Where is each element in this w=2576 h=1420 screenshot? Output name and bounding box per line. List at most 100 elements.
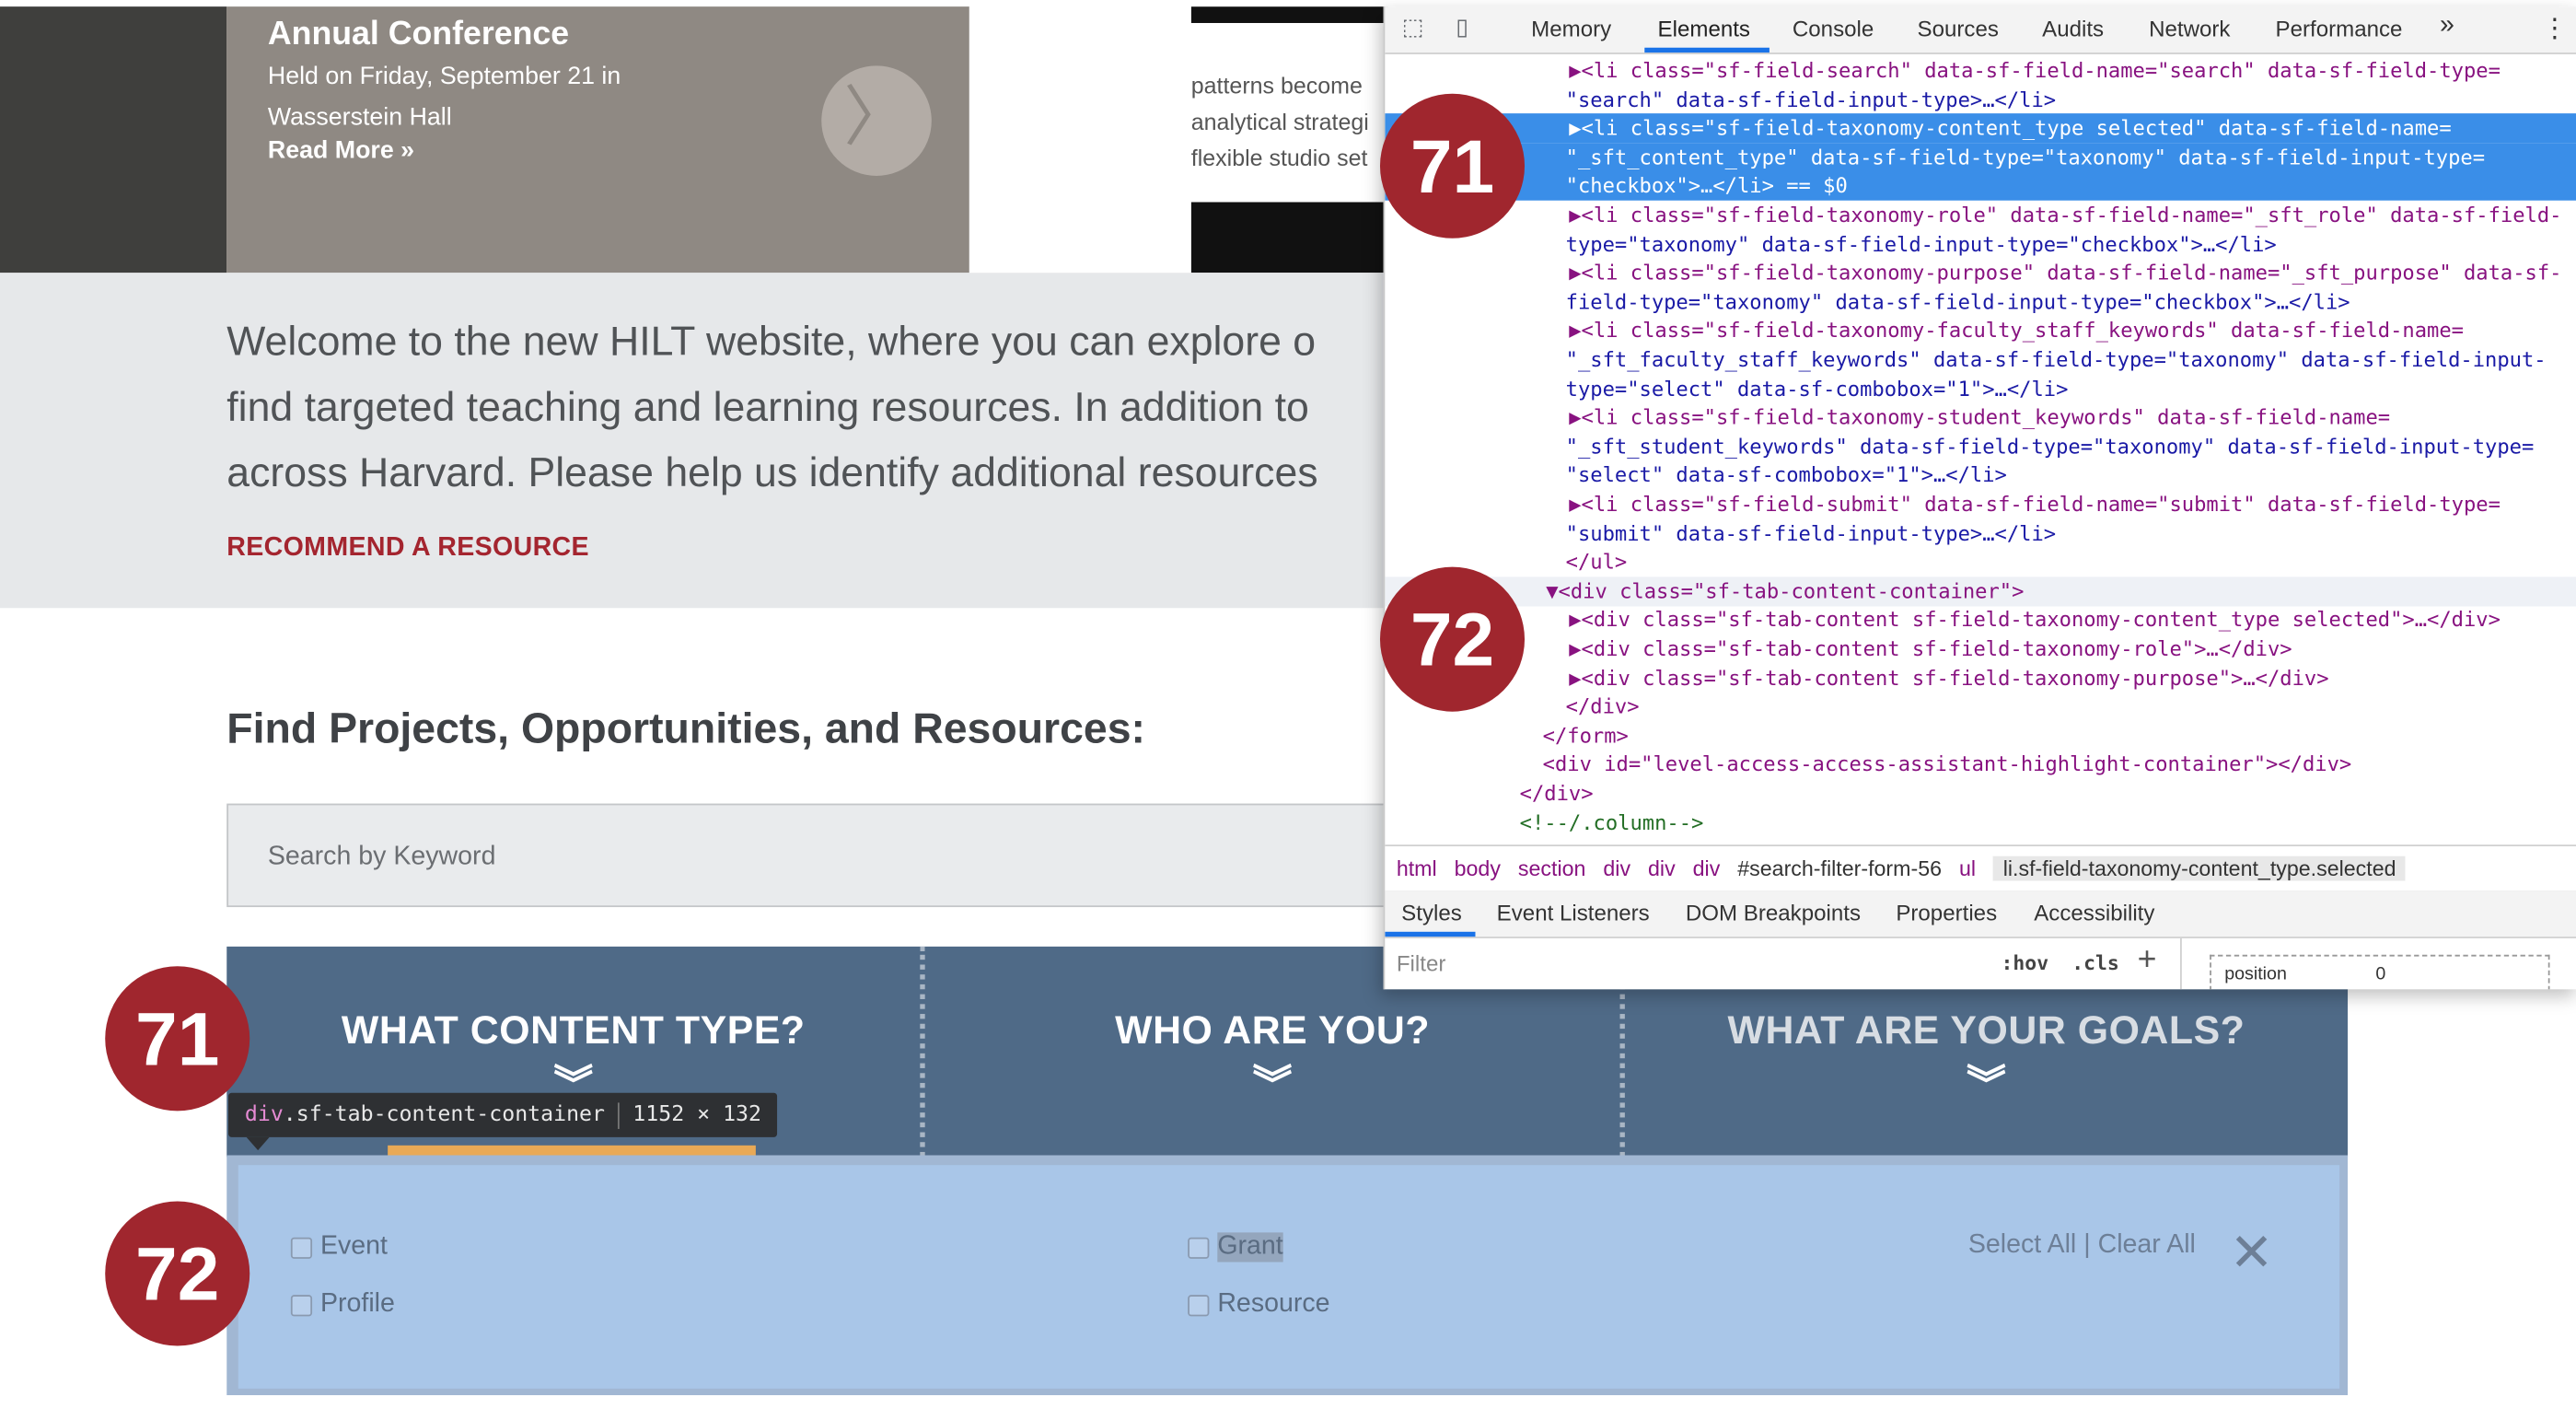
tooltip-class: .sf-tab-content-container <box>283 1102 605 1128</box>
search-box[interactable] <box>226 803 1410 908</box>
code-text: type="taxonomy" data-sf-field-input-type… <box>1565 230 2277 256</box>
subtab-dom-breakpoints[interactable]: DOM Breakpoints <box>1686 901 1861 925</box>
hero-card[interactable]: Annual Conference Held on Friday, Septem… <box>226 6 969 274</box>
intro-line: find targeted teaching and learning reso… <box>226 384 1309 431</box>
dom-node-line[interactable]: ▶<li class="sf-field-search" data-sf-fie… <box>1385 56 2576 86</box>
code-text: "search" data-sf-field-input-type>…</li> <box>1565 86 2057 111</box>
breadcrumb-item[interactable]: html <box>1397 856 1437 881</box>
dom-node-line[interactable]: ▶<li class="sf-field-taxonomy-role" data… <box>1385 201 2576 230</box>
read-more-link[interactable]: Read More » <box>268 136 414 164</box>
close-icon[interactable]: ✕ <box>2230 1221 2274 1284</box>
code-text: ▶<div class="sf-tab-content sf-field-tax… <box>1569 664 2329 690</box>
dom-node-line[interactable]: <!--/.column--> <box>1385 808 2576 837</box>
hero-dark-panel <box>0 6 227 274</box>
dom-node-line[interactable]: ▶<div class="sf-tab-content sf-field-tax… <box>1385 605 2576 634</box>
annotation-badge: 72 <box>1379 566 1526 712</box>
dom-node-line[interactable]: "_sft_student_keywords" data-sf-field-ty… <box>1385 432 2576 461</box>
side-image-card: patterns become analytical strategi flex… <box>1190 6 1388 274</box>
link-separator: | <box>2083 1230 2091 1259</box>
active-subtab-underline <box>1385 931 1476 937</box>
dom-node-line[interactable]: ▶<li class="sf-field-taxonomy-student_ke… <box>1385 403 2576 433</box>
dom-node-line[interactable]: "submit" data-sf-field-input-type>…</li> <box>1385 518 2576 548</box>
subtab-accessibility[interactable]: Accessibility <box>2034 901 2154 925</box>
snippet-line: analytical strategi <box>1190 108 1369 135</box>
hero-gap <box>969 6 1191 274</box>
devtools-menu-icon[interactable]: ⋮ <box>2542 11 2569 44</box>
breadcrumb-item[interactable]: section <box>1518 856 1586 881</box>
device-toolbar-icon[interactable]: ▯ <box>1449 15 1476 41</box>
subtab-properties[interactable]: Properties <box>1896 901 1997 925</box>
tab-console[interactable]: Console <box>1793 17 1874 41</box>
dom-node-line[interactable]: field-type="taxonomy" data-sf-field-inpu… <box>1385 287 2576 317</box>
dom-node-line[interactable]: </div> <box>1385 779 2576 809</box>
clear-all-link[interactable]: Clear All <box>2098 1231 2196 1259</box>
checkbox-box[interactable] <box>1188 1237 1210 1259</box>
checkbox-box[interactable] <box>290 1237 313 1259</box>
code-text: </form> <box>1542 722 1629 748</box>
dom-node-line[interactable]: ▶<div class="sf-tab-content sf-field-tax… <box>1385 663 2576 693</box>
subtab-event-listeners[interactable]: Event Listeners <box>1497 901 1650 925</box>
more-tabs-icon[interactable]: » <box>2440 11 2454 41</box>
dom-node-line-selected[interactable]: ▶<li class="sf-field-taxonomy-content_ty… <box>1385 113 2576 144</box>
hero-title: Annual Conference <box>267 16 570 53</box>
breadcrumb-item[interactable]: div <box>1603 856 1630 881</box>
intro-line: across Harvard. Please help us identify … <box>226 449 1318 496</box>
tooltip-size: 1152 × 132 <box>632 1102 762 1128</box>
breadcrumb-item[interactable]: div <box>1693 856 1721 881</box>
next-arrow-button[interactable]: 〉 <box>821 65 932 176</box>
subtab-styles[interactable]: Styles <box>1401 901 1462 925</box>
filter-input[interactable]: Filter <box>1397 951 1446 976</box>
code-text: <!--/.column--> <box>1519 809 1704 834</box>
dom-node-line[interactable]: "select" data-sf-combobox="1">…</li> <box>1385 460 2576 490</box>
dom-node-line-selected[interactable]: "checkbox">…</li> == $0 <box>1385 171 2576 202</box>
tab-audits[interactable]: Audits <box>2042 17 2104 41</box>
side-snippet-text: patterns become analytical strategi flex… <box>1191 67 1388 176</box>
add-rule-icon[interactable]: + <box>2138 942 2157 980</box>
dom-node-line[interactable]: <div id="level-access-access-assistant-h… <box>1385 750 2576 779</box>
image-strip <box>1190 202 1388 274</box>
dom-node-line[interactable]: type="taxonomy" data-sf-field-input-type… <box>1385 229 2576 259</box>
checkbox-label: Resource <box>1217 1289 1330 1319</box>
class-toggle[interactable]: .cls <box>2071 951 2119 974</box>
hover-state-toggle[interactable]: :hov <box>2002 951 2049 974</box>
code-text: ▶<li class="sf-field-submit" data-sf-fie… <box>1569 491 2501 517</box>
dom-node-line[interactable]: ▶<li class="sf-field-taxonomy-purpose" d… <box>1385 259 2576 288</box>
intro-paragraph: Welcome to the new HILT website, where y… <box>226 308 1410 506</box>
breadcrumb-item-current[interactable]: li.sf-field-taxonomy-content_type.select… <box>1993 855 2407 880</box>
dom-node-line[interactable]: </ul> <box>1385 548 2576 577</box>
tab-network[interactable]: Network <box>2149 17 2230 41</box>
breadcrumb-item[interactable]: #search-filter-form-56 <box>1737 856 1942 881</box>
tab-performance[interactable]: Performance <box>2276 17 2403 41</box>
dom-node-line[interactable]: "search" data-sf-field-input-type>…</li> <box>1385 85 2576 114</box>
checkbox-label: Grant <box>1217 1232 1283 1263</box>
checkbox-box[interactable] <box>290 1295 313 1317</box>
breadcrumb-item[interactable]: ul <box>1959 856 1976 881</box>
dom-node-line[interactable]: ▶<li class="sf-field-taxonomy-faculty_st… <box>1385 316 2576 345</box>
annotation-badge: 71 <box>105 966 250 1112</box>
code-text: "select" data-sf-combobox="1">…</li> <box>1565 462 2007 487</box>
dom-node-line[interactable]: type="select" data-sf-combobox="1">…</li… <box>1385 374 2576 403</box>
snippet-line: flexible studio set <box>1190 145 1368 171</box>
select-all-link[interactable]: Select All <box>1968 1231 2076 1259</box>
dom-node-line[interactable]: ▶<li class="sf-field-submit" data-sf-fie… <box>1385 490 2576 519</box>
dom-node-line[interactable]: </form> <box>1385 721 2576 751</box>
screenshot-frame: Annual Conference Held on Friday, Septem… <box>0 0 2576 1420</box>
tab-memory[interactable]: Memory <box>1531 17 1611 41</box>
double-chevron-down-icon: ︾ <box>1252 1063 1293 1108</box>
code-text: </div> <box>1519 780 1594 806</box>
breadcrumb-item[interactable]: body <box>1455 856 1501 881</box>
checkbox-box[interactable] <box>1188 1295 1210 1317</box>
dom-node-line[interactable]: "_sft_faculty_staff_keywords" data-sf-fi… <box>1385 345 2576 375</box>
inspector-tooltip: div.sf-tab-content-container 1152 × 132 <box>228 1092 778 1137</box>
inspect-element-icon[interactable]: ⬚ <box>1399 15 1426 41</box>
tab-elements[interactable]: Elements <box>1658 17 1750 41</box>
dom-node-line[interactable]: </div> <box>1385 693 2576 722</box>
box-model-label: position <box>2224 964 2287 984</box>
dom-node-line-selected[interactable]: "_sft_content_type" data-sf-field-type="… <box>1385 142 2576 173</box>
search-input[interactable] <box>264 836 1258 879</box>
dom-node-line-hovered[interactable]: ▼<div class="sf-tab-content-container"> <box>1385 576 2576 607</box>
tab-sources[interactable]: Sources <box>1918 17 1999 41</box>
recommend-resource-link[interactable]: RECOMMEND A RESOURCE <box>226 534 589 564</box>
dom-node-line[interactable]: ▶<div class="sf-tab-content sf-field-tax… <box>1385 634 2576 664</box>
breadcrumb-item[interactable]: div <box>1648 856 1676 881</box>
